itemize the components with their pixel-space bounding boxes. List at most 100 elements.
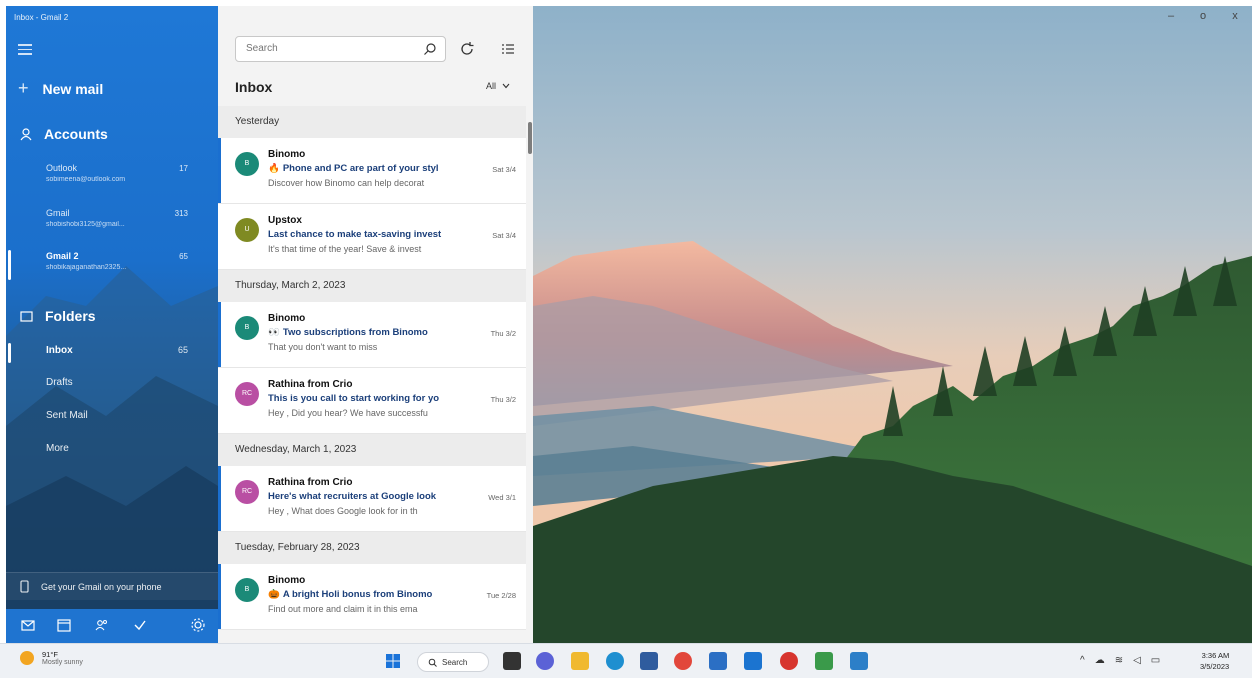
message-item[interactable]: B Binomo 🔥 Phone and PC are part of your … — [218, 138, 526, 204]
message-preview: Hey , Did you hear? We have successfu — [268, 408, 428, 418]
sync-icon[interactable] — [458, 40, 476, 58]
subject-emoji: 👀 — [268, 327, 280, 338]
subject-text: Here's what recruiters at Google look — [268, 491, 437, 502]
sun-icon — [20, 651, 34, 665]
message-preview: Hey , What does Google look for in th — [268, 506, 418, 516]
sender-name: Rathina from Crio — [268, 379, 353, 390]
cloud-icon[interactable]: ☁ — [1095, 655, 1105, 666]
folder-label: Inbox — [46, 345, 73, 356]
sender-avatar: B — [235, 316, 259, 340]
phone-icon — [20, 580, 29, 593]
folders-label: Folders — [45, 308, 96, 324]
account-gmail[interactable]: Gmail shobishobi3125@gmail... 313 — [6, 205, 218, 239]
battery-icon[interactable]: ▭ — [1151, 655, 1160, 666]
sender-avatar: B — [235, 578, 259, 602]
folder-sent-mail[interactable]: Sent Mail — [6, 406, 218, 428]
subject-line: 🎃 A bright Holi bonus from Binomo — [268, 589, 480, 600]
folder-more[interactable]: More — [6, 439, 218, 461]
account-name: Gmail — [46, 208, 70, 218]
sender-name: Upstox — [268, 215, 302, 226]
taskbar: 91°F Mostly sunny Search ^ ☁ ≋ ◁ ▭ 3:36 … — [0, 643, 1252, 678]
list-title: Inbox — [235, 79, 273, 95]
message-item[interactable]: RC Rathina from Crio This is you call to… — [218, 368, 526, 434]
clock-time: 3:36 AM — [1201, 651, 1230, 660]
message-preview: Discover how Binomo can help decorat — [268, 178, 425, 188]
folder-label: Sent Mail — [46, 410, 88, 421]
search-icon — [428, 658, 437, 667]
message-date: Tue 2/28 — [486, 591, 516, 600]
weather-desc: Mostly sunny — [42, 659, 83, 666]
weather-widget[interactable]: 91°F Mostly sunny — [20, 650, 83, 666]
mail-icon[interactable] — [20, 617, 36, 633]
sender-avatar: B — [235, 152, 259, 176]
screen: Inbox - Gmail 2 + New mail Accounts Outl… — [6, 6, 1252, 643]
hamburger-menu-icon[interactable] — [18, 44, 32, 55]
folder-icon — [20, 310, 33, 322]
sender-avatar: RC — [235, 382, 259, 406]
close-button[interactable]: x — [1225, 10, 1245, 26]
navigation-pane: Inbox - Gmail 2 + New mail Accounts Outl… — [6, 6, 218, 643]
folder-inbox[interactable]: Inbox 65 — [6, 341, 218, 363]
app-green-icon[interactable] — [815, 652, 833, 670]
search-box — [235, 36, 446, 62]
taskbar-search-button[interactable]: Search — [417, 652, 489, 672]
chevron-up-icon[interactable]: ^ — [1080, 655, 1085, 666]
message-date: Sat 3/4 — [492, 165, 516, 174]
filter-dropdown[interactable]: All — [486, 81, 510, 91]
folder-label: More — [46, 443, 69, 454]
person-icon — [20, 127, 32, 140]
scrollbar-thumb[interactable] — [528, 122, 532, 154]
clock-date: 3/5/2023 — [1200, 662, 1230, 671]
accounts-header[interactable]: Accounts — [20, 126, 108, 142]
account-email: sobimeena@outlook.com — [46, 176, 126, 183]
subject-text: This is you call to start working for yo — [268, 393, 440, 404]
edge-browser-icon[interactable] — [606, 652, 624, 670]
account-name: Outlook — [46, 163, 78, 173]
todo-check-icon[interactable] — [132, 617, 148, 633]
app-switcher-bar — [6, 609, 218, 643]
mountain-landscape-image — [533, 6, 1252, 643]
search-icon[interactable] — [423, 42, 437, 56]
subject-line: This is you call to start working for yo — [268, 393, 480, 404]
unread-count: 313 — [174, 209, 188, 218]
file-explorer-icon[interactable] — [571, 652, 589, 670]
word-icon[interactable] — [709, 652, 727, 670]
folder-drafts[interactable]: Drafts — [6, 373, 218, 395]
selection-mode-icon[interactable] — [500, 41, 516, 57]
search-input[interactable] — [244, 42, 418, 55]
app-red-icon[interactable] — [780, 652, 798, 670]
account-outlook[interactable]: Outlook sobimeena@outlook.com 17 — [6, 160, 218, 194]
account-gmail-2[interactable]: Gmail 2 shobikajaganathan2325... 65 — [6, 248, 218, 282]
store-icon[interactable] — [640, 652, 658, 670]
list-scrollbar[interactable] — [528, 114, 532, 634]
account-name: Gmail 2 — [46, 251, 79, 261]
settings-gear-icon[interactable] — [190, 617, 206, 633]
task-view-icon[interactable] — [503, 652, 521, 670]
taskbar-clock[interactable]: 3:36 AM 3/5/2023 — [1200, 650, 1229, 672]
message-item[interactable]: U Upstox Last chance to make tax-saving … — [218, 204, 526, 270]
minimize-button[interactable]: – — [1161, 10, 1181, 26]
subject-line: 👀 Two subscriptions from Binomo — [268, 327, 480, 338]
message-item[interactable]: B Binomo 🎃 A bright Holi bonus from Binom… — [218, 564, 526, 630]
calendar-icon[interactable] — [56, 617, 72, 633]
sender-avatar: RC — [235, 480, 259, 504]
maximize-button[interactable]: o — [1193, 10, 1213, 26]
windows-start-icon[interactable] — [384, 652, 402, 670]
chat-icon[interactable] — [536, 652, 554, 670]
chevron-down-icon — [502, 83, 510, 89]
new-mail-button[interactable]: + New mail — [18, 78, 103, 99]
app-blue-icon[interactable] — [850, 652, 868, 670]
sidebar-background — [6, 266, 218, 643]
sender-name: Binomo — [268, 313, 306, 324]
wifi-icon[interactable]: ≋ — [1115, 655, 1123, 666]
volume-icon[interactable]: ◁ — [1133, 655, 1141, 666]
chrome-icon[interactable] — [674, 652, 692, 670]
get-gmail-on-phone-link[interactable]: Get your Gmail on your phone — [6, 572, 218, 600]
sender-name: Binomo — [268, 149, 306, 160]
message-item[interactable]: RC Rathina from Crio Here's what recruit… — [218, 466, 526, 532]
message-date: Sat 3/4 — [492, 231, 516, 240]
folders-header[interactable]: Folders — [20, 308, 96, 324]
people-icon[interactable] — [94, 617, 110, 633]
message-item[interactable]: B Binomo 👀 Two subscriptions from Binomo … — [218, 302, 526, 368]
mail-app-icon[interactable] — [744, 652, 762, 670]
